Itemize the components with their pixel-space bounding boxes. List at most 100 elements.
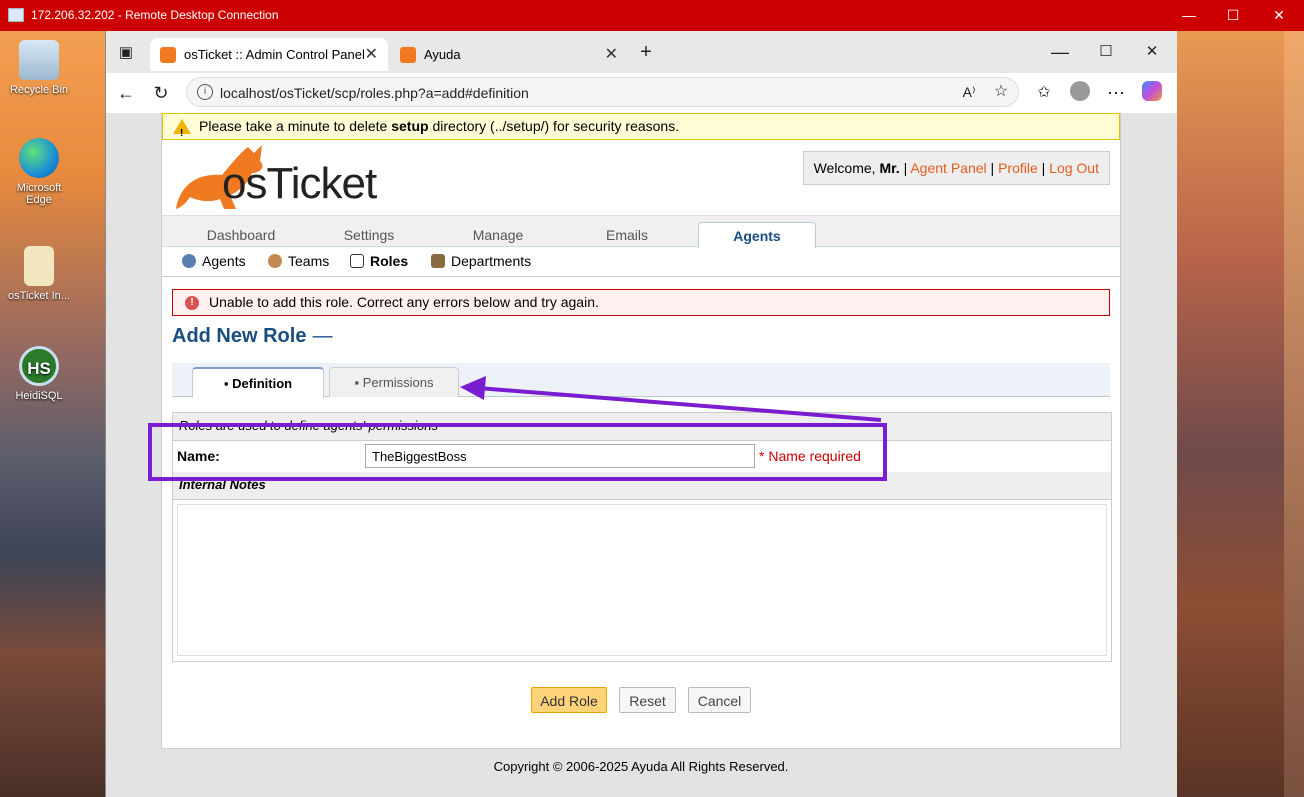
tab-close-icon[interactable]: ✕ (605, 38, 618, 71)
internal-notes-editor[interactable] (177, 504, 1107, 656)
back-icon[interactable]: ← (114, 81, 138, 105)
subnav-label: Roles (370, 253, 409, 269)
page-title-text: Add New Role (172, 325, 307, 347)
tab-definition[interactable]: ▪ Definition (192, 367, 324, 398)
subnav-teams[interactable]: Teams (268, 253, 329, 269)
folder-icon (24, 246, 54, 286)
new-tab-icon[interactable]: + (634, 40, 658, 64)
department-icon (431, 254, 445, 268)
tab-label: Ayuda (424, 47, 461, 62)
tab-dashboard[interactable]: Dashboard (182, 222, 300, 248)
desktop-icon-label: Microsoft Edge (16, 182, 62, 206)
browser-window: ▣ osTicket :: Admin Control Panel ✕ Ayud… (105, 31, 1177, 797)
form-tabs: ▪ Definition ▪ Permissions (172, 363, 1110, 398)
desktop-icon-label: Recycle Bin (9, 84, 69, 96)
tab-permissions[interactable]: ▪ Permissions (329, 367, 459, 397)
url-text: localhost/osTicket/scp/roles.php?a=add#d… (220, 85, 529, 101)
desktop-icon-osticket[interactable]: osTicket In... (4, 246, 74, 302)
rdp-window-title: 172.206.32.202 - Remote Desktop Connecti… (31, 8, 279, 22)
agent-panel-link[interactable]: Agent Panel (910, 160, 986, 176)
read-aloud-icon[interactable]: A⁾ (957, 80, 981, 104)
logout-link[interactable]: Log Out (1049, 160, 1099, 176)
rdp-titlebar: 172.206.32.202 - Remote Desktop Connecti… (0, 0, 1304, 31)
error-banner: ! Unable to add this role. Correct any e… (172, 289, 1110, 316)
warning-text-end: directory (../setup/) for security reaso… (428, 118, 680, 134)
browser-tab-osticket[interactable]: osTicket :: Admin Control Panel ✕ (150, 38, 388, 71)
tab-actions-icon[interactable]: ▣ (114, 41, 138, 65)
desktop-icon-recycle-bin[interactable]: Recycle Bin (4, 40, 74, 96)
warning-icon (173, 119, 191, 146)
lock-icon: ▪ (354, 375, 363, 390)
copilot-icon[interactable] (1140, 81, 1164, 105)
profile-link[interactable]: Profile (998, 160, 1038, 176)
tab-label: Permissions (362, 375, 434, 390)
sub-nav: Agents Teams Roles Departments (162, 247, 1120, 277)
error-text: Unable to add this role. Correct any err… (209, 294, 599, 310)
subnav-label: Agents (202, 253, 246, 269)
refresh-icon[interactable]: ↻ (149, 81, 173, 105)
favorites-icon[interactable]: ✩ (1032, 81, 1056, 105)
main-nav: Dashboard Settings Manage Emails Agents (162, 215, 1120, 248)
rdp-app-icon (8, 8, 24, 22)
minimize-icon[interactable]: — (1174, 5, 1204, 25)
browser-close-icon[interactable]: ✕ (1140, 40, 1164, 64)
desktop-icon-label: osTicket In... (8, 290, 70, 302)
reset-button[interactable]: Reset (619, 687, 676, 713)
tab-close-icon[interactable]: ✕ (365, 38, 378, 71)
warning-text-bold: setup (391, 118, 429, 134)
tab-label: osTicket :: Admin Control Panel (184, 47, 365, 62)
browser-minimize-icon[interactable]: — (1048, 40, 1072, 64)
desktop-wallpaper (1176, 31, 1284, 797)
document-icon: ▪ (223, 376, 233, 391)
site-info-icon[interactable]: i (197, 84, 213, 100)
separator: | (1037, 160, 1050, 176)
maximize-icon[interactable]: ☐ (1218, 5, 1248, 25)
close-icon[interactable]: ✕ (1264, 5, 1294, 25)
recycle-bin-icon (19, 40, 59, 80)
welcome-prefix: Welcome, (813, 160, 880, 176)
copyright: Copyright © 2006-2025 Ayuda All Rights R… (493, 759, 789, 774)
desktop-icon-label: HeidiSQL (15, 390, 63, 402)
roles-list-icon (350, 254, 364, 268)
desktop-icon-heidisql[interactable]: HS HeidiSQL (4, 346, 74, 402)
favorite-star-icon[interactable]: ☆ (989, 80, 1013, 104)
subnav-departments[interactable]: Departments (431, 253, 531, 269)
logo-text: osTicket (222, 159, 377, 208)
separator: | (986, 160, 999, 176)
team-icon (268, 254, 282, 268)
subnav-roles[interactable]: Roles (350, 253, 408, 269)
desktop-icon-edge[interactable]: Microsoft Edge (4, 138, 74, 206)
agent-icon (182, 254, 196, 268)
tab-settings[interactable]: Settings (310, 222, 428, 248)
osticket-favicon-icon (400, 47, 416, 63)
separator: | (899, 160, 911, 176)
browser-maximize-icon[interactable]: ☐ (1094, 40, 1118, 64)
annotation-highlight-box (148, 423, 887, 481)
setup-warning-banner: Please take a minute to delete setup dir… (162, 113, 1120, 146)
address-bar[interactable]: i localhost/osTicket/scp/roles.php?a=add… (186, 77, 1019, 107)
tab-manage[interactable]: Manage (439, 222, 557, 248)
profile-avatar-icon[interactable] (1068, 81, 1092, 105)
cancel-button[interactable]: Cancel (688, 687, 751, 713)
page-title: Add New Role — (172, 325, 332, 348)
desktop-wallpaper-edge (1284, 31, 1304, 797)
osticket-logo[interactable]: osTicket (170, 143, 380, 213)
more-menu-icon[interactable]: ⋯ (1104, 81, 1128, 105)
error-icon: ! (185, 296, 199, 310)
browser-tab-ayuda[interactable]: Ayuda ✕ (390, 38, 628, 71)
osticket-favicon-icon (160, 47, 176, 63)
tab-label: Definition (232, 376, 293, 391)
add-role-button[interactable]: Add Role (531, 687, 607, 713)
edge-icon (19, 138, 59, 178)
browser-tabbar: ▣ osTicket :: Admin Control Panel ✕ Ayud… (106, 31, 1177, 73)
tab-emails[interactable]: Emails (568, 222, 686, 248)
subnav-label: Departments (451, 253, 532, 269)
heidisql-icon: HS (19, 346, 59, 386)
address-bar-row: ← ↻ i localhost/osTicket/scp/roles.php?a… (106, 73, 1177, 113)
subnav-label: Teams (288, 253, 330, 269)
welcome-user: Mr. (879, 160, 900, 176)
subnav-agents[interactable]: Agents (182, 253, 246, 269)
warning-text: Please take a minute to delete (199, 118, 392, 134)
welcome-box: Welcome, Mr. | Agent Panel | Profile | L… (802, 151, 1110, 185)
tab-agents[interactable]: Agents (698, 222, 816, 248)
